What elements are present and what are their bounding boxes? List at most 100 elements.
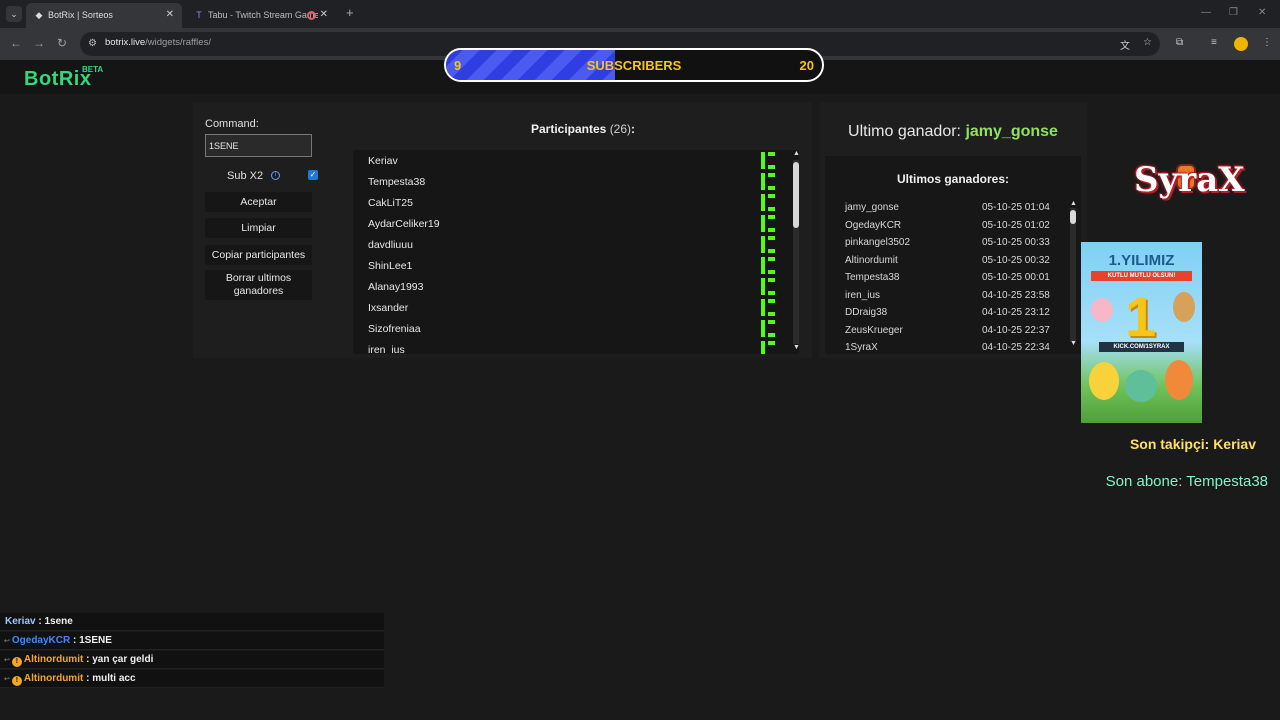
raffle-panel: Command: Sub X2 i ✓ Aceptar Limpiar Copi… <box>193 102 812 358</box>
translate-icon[interactable]: 文 <box>1120 37 1130 52</box>
last-winner: Ultimo ganador: jamy_gonse <box>848 123 1058 140</box>
clear-button[interactable]: Limpiar <box>205 218 312 238</box>
chat-text: multi acc <box>92 673 136 684</box>
winner-name: DDraig38 <box>845 307 888 318</box>
window-close-icon[interactable]: ✕ <box>1258 7 1266 18</box>
participant-name: iren_ius <box>368 344 405 354</box>
participant-name: Ixsander <box>368 302 409 314</box>
jigglypuff-icon <box>1091 298 1113 322</box>
scrollbar-thumb[interactable] <box>1070 210 1076 224</box>
kick-platform-icon <box>761 194 775 211</box>
winners-list[interactable]: Ultimos ganadores: ▲ ▼ jamy_gonse 05-10-2… <box>825 156 1081 354</box>
command-input[interactable] <box>205 134 312 157</box>
info-icon[interactable]: i <box>271 171 280 180</box>
participant-row: AydarCeliker19 <box>353 213 783 234</box>
winner-name: Tempesta38 <box>845 272 900 283</box>
winner-date: 04-10-25 23:12 <box>982 307 1050 318</box>
participants-scrollbar[interactable] <box>793 160 799 344</box>
botrix-favicon-icon: ◆ <box>35 10 43 20</box>
chat-overlay: Keriav : 1sene ↩ OgedayKCR : 1SENE ↩! Altino… <box>0 613 384 689</box>
winners-list-title: Ultimos ganadores: <box>896 172 1010 186</box>
tab-title: Tabu - Twitch Stream Game <box>208 10 318 20</box>
kick-platform-icon <box>761 278 775 295</box>
participants-list[interactable]: iren_ius Sizofreniaa Ixsander Alanay1993 Shi… <box>353 150 799 354</box>
winner-name: jamy_gonse <box>845 202 899 213</box>
chat-text: 1sene <box>44 616 73 627</box>
forward-icon[interactable]: → <box>33 36 45 50</box>
pikachu-icon <box>1089 362 1119 400</box>
anniversary-poster: 1.YILIMIZ KUTLU MUTLU OLSUN! 1 KICK.COM/… <box>1081 242 1202 423</box>
user-badge-icon: ! <box>11 657 22 667</box>
winner-name: OgedayKCR <box>845 219 902 231</box>
command-label: Command: <box>205 118 259 130</box>
chat-username: Keriav <box>5 616 36 627</box>
winner-date: 05-10-25 01:04 <box>982 202 1050 213</box>
tab-search-icon[interactable]: ⌄ <box>6 6 22 22</box>
participant-row: davdliuuu <box>353 234 783 255</box>
winner-name: 1SyraX <box>845 342 878 353</box>
winner-date: 04-10-25 22:37 <box>982 324 1050 336</box>
winner-row: 1SyraX 04-10-25 22:34 <box>845 342 1055 354</box>
winner-row: jamy_gonse 05-10-25 01:04 <box>845 202 1055 219</box>
clear-winners-button[interactable]: Borrar ultimos ganadores <box>205 270 312 300</box>
new-tab-icon[interactable]: + <box>346 5 354 20</box>
chat-username: Altinordumit <box>23 673 84 684</box>
winner-date: 04-10-25 22:34 <box>982 342 1050 353</box>
winner-row: DDraig38 04-10-25 23:12 <box>845 307 1055 324</box>
reload-icon[interactable]: ↻ <box>57 36 67 50</box>
participant-row: iren_ius <box>353 339 783 354</box>
scroll-down-icon[interactable]: ▼ <box>793 344 799 351</box>
beta-badge: BETA <box>82 65 104 74</box>
scrollbar-thumb[interactable] <box>793 162 799 228</box>
winners-scrollbar[interactable] <box>1070 208 1076 342</box>
close-icon[interactable]: ✕ <box>166 3 174 27</box>
scroll-down-icon[interactable]: ▼ <box>1070 340 1077 347</box>
profile-avatar[interactable] <box>1234 37 1248 51</box>
tab-botrix[interactable]: ◆ BotRix | Sorteos ✕ <box>26 3 182 28</box>
scroll-up-icon[interactable]: ▲ <box>1070 200 1077 207</box>
syrax-logo: SyraX <box>1134 160 1245 200</box>
site-settings-icon[interactable]: ⚙ <box>88 38 99 49</box>
back-icon[interactable]: ← <box>10 36 22 50</box>
poster-headline: 1.YILIMIZ <box>1108 252 1175 269</box>
restore-icon[interactable]: ❐ <box>1229 7 1238 18</box>
poster-subtitle: KUTLU MUTLU OLSUN! <box>1091 271 1192 281</box>
kick-platform-icon <box>761 236 775 253</box>
extensions-icon[interactable]: ⧉ <box>1176 37 1183 48</box>
menu-icon[interactable]: ⋮ <box>1262 37 1272 48</box>
poster-url: KICK.COM/1SYRAX <box>1099 342 1184 352</box>
chat-message: ↩ OgedayKCR : 1SENE <box>0 632 384 650</box>
participant-name: Alanay1993 <box>368 281 424 293</box>
chat-separator: : <box>70 635 80 646</box>
kick-platform-icon <box>761 341 775 354</box>
winner-name: Altinordumit <box>845 254 898 266</box>
reply-icon: ↩ <box>4 638 10 645</box>
participant-name: CakLiT25 <box>368 197 413 209</box>
participant-row: Tempesta38 <box>353 171 783 192</box>
sub-x2-checkbox[interactable]: ✓ <box>308 170 318 180</box>
pidgeotto-icon <box>1173 292 1195 322</box>
kick-platform-icon <box>761 299 775 316</box>
accept-button[interactable]: Aceptar <box>205 192 312 212</box>
kick-platform-icon <box>761 173 775 190</box>
copy-participants-button[interactable]: Copiar participantes <box>205 245 312 265</box>
browser-tab-strip: ⌄ ◆ BotRix | Sorteos ✕ T Tabu - Twitch S… <box>0 0 1280 28</box>
minimize-icon[interactable]: — <box>1201 7 1211 18</box>
winner-row: OgedayKCR 05-10-25 01:02 <box>845 220 1055 237</box>
last-subscriber: Son abone: Tempesta38 <box>1105 473 1268 490</box>
tab-tabu[interactable]: T Tabu - Twitch Stream Game ✕ <box>186 3 336 28</box>
user-badge-icon: ! <box>11 676 22 686</box>
twitch-favicon-icon: T <box>196 10 202 20</box>
media-icon[interactable]: ≡ <box>1211 37 1217 48</box>
subscribers-label: SUBSCRIBERS <box>586 58 682 73</box>
url-text: botrix.live/widgets/raffles/ <box>105 37 211 48</box>
chat-separator: : <box>83 654 93 665</box>
participant-row: Sizofreniaa <box>353 318 783 339</box>
close-icon[interactable]: ✕ <box>320 3 328 27</box>
participants-title: Participantes (26): <box>530 122 636 136</box>
participant-row: ShinLee1 <box>353 255 783 276</box>
winner-row: Altinordumit 05-10-25 00:32 <box>845 255 1055 272</box>
bookmark-star-icon[interactable]: ☆ <box>1143 37 1152 48</box>
scroll-up-icon[interactable]: ▲ <box>793 150 799 157</box>
chat-text: 1SENE <box>79 635 112 646</box>
